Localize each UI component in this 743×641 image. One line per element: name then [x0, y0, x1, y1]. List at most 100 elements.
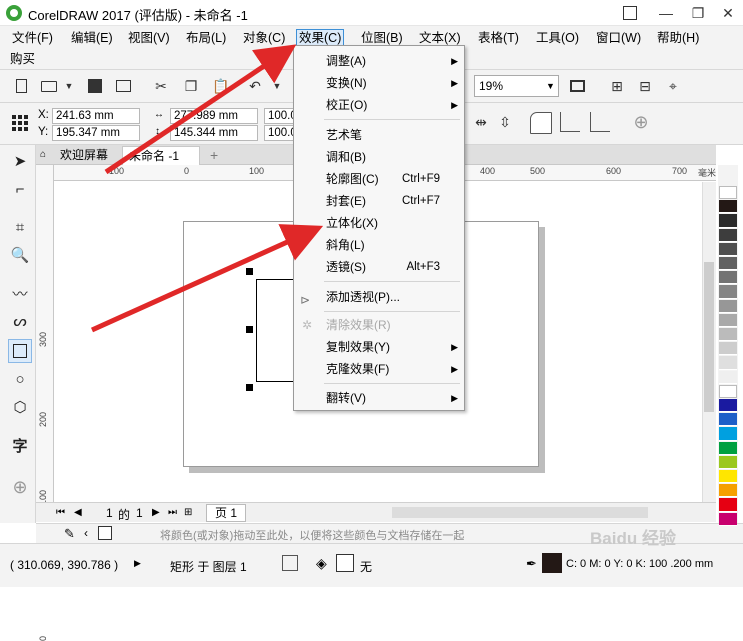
copy-icon[interactable]: ❐ — [180, 75, 202, 97]
next-page-icon[interactable]: ▶ — [152, 507, 160, 518]
save-icon[interactable] — [84, 75, 106, 97]
close-button[interactable]: ✕ — [710, 0, 743, 26]
last-page-icon[interactable]: ⏭ — [168, 507, 177, 518]
no-color-swatch[interactable] — [98, 526, 112, 540]
selection-handle-bottom-left[interactable] — [246, 384, 253, 391]
paste-icon[interactable]: 📋 — [210, 75, 232, 97]
outline-color-swatch[interactable] — [542, 553, 562, 573]
palette-swatch[interactable] — [719, 470, 737, 484]
mirror-vertical-icon[interactable]: ⇳ — [494, 111, 516, 133]
first-page-icon[interactable]: ⏮ — [56, 507, 65, 518]
menu-item-bevel[interactable]: 斜角(L) — [294, 234, 464, 256]
crop-tool-icon[interactable]: ⌗ — [8, 215, 32, 239]
menu-table[interactable]: 表格(T) — [476, 29, 521, 47]
pick-tool-icon[interactable]: ➤ — [8, 149, 32, 173]
palette-swatch[interactable] — [719, 257, 737, 271]
vertical-ruler[interactable]: 300 200 100 0 — [36, 165, 54, 641]
palette-swatch[interactable] — [719, 512, 737, 526]
selection-handle-middle-left[interactable] — [246, 326, 253, 333]
palette-swatch[interactable] — [719, 328, 737, 342]
palette-swatch[interactable] — [719, 242, 737, 256]
open-dropdown-icon[interactable]: ▼ — [58, 75, 80, 97]
y-position-input[interactable]: 195.347 mm — [52, 125, 140, 141]
scalloped-corner-icon[interactable] — [560, 112, 580, 132]
fill-bucket-icon[interactable]: ◈ — [316, 555, 327, 572]
menu-item-envelope[interactable]: 封套(E) Ctrl+F7 — [294, 190, 464, 212]
cut-icon[interactable]: ✂ — [150, 75, 172, 97]
snap-to-icon[interactable]: ⌖ — [662, 75, 684, 97]
palette-swatch[interactable] — [719, 498, 737, 512]
print-icon[interactable] — [112, 75, 134, 97]
menu-item-extrude[interactable]: 立体化(X) — [294, 212, 464, 234]
show-grid-icon[interactable]: ⊟ — [634, 75, 656, 97]
undo-icon[interactable]: ↶ — [244, 75, 266, 97]
menu-layout[interactable]: 布局(L) — [184, 29, 228, 47]
x-position-input[interactable]: 241.63 mm — [52, 108, 140, 124]
menu-item-add-perspective[interactable]: ⊳ 添加透视(P)... — [294, 286, 464, 308]
palette-swatch[interactable] — [719, 299, 737, 313]
artistic-media-icon[interactable]: ᔕ — [8, 309, 32, 333]
palette-left-icon[interactable]: ‹ — [84, 526, 88, 540]
mirror-horizontal-icon[interactable]: ⇹ — [470, 111, 492, 133]
undo-dropdown-icon[interactable]: ▼ — [266, 75, 288, 97]
palette-swatch[interactable] — [719, 399, 737, 413]
zoom-level-input[interactable]: 19% — [474, 75, 544, 97]
object-origin-icon[interactable] — [12, 115, 28, 131]
zoom-tool-icon[interactable]: 🔍 — [8, 243, 32, 267]
menu-item-lens[interactable]: 透镜(S) Alt+F3 — [294, 256, 464, 278]
coords-expand-icon[interactable]: ▶ — [134, 558, 141, 569]
menu-item-clone-effect[interactable]: 克隆效果(F) ▶ — [294, 358, 464, 380]
palette-swatch[interactable] — [719, 228, 737, 242]
vertical-scroll-thumb[interactable] — [704, 262, 714, 412]
shape-tool-icon[interactable]: ⌐ — [8, 177, 32, 201]
palette-swatch[interactable] — [719, 285, 737, 299]
open-folder-icon[interactable] — [38, 75, 60, 97]
text-tool-icon[interactable]: 字 — [8, 433, 32, 457]
zoom-dropdown-icon[interactable]: ▼ — [543, 75, 559, 97]
menu-item-transform[interactable]: 变换(N) ▶ — [294, 72, 464, 94]
palette-swatch[interactable] — [719, 356, 737, 370]
menu-buy[interactable]: 购买 — [10, 50, 35, 68]
palette-swatch[interactable] — [719, 186, 737, 200]
freehand-tool-icon[interactable]: 〰 — [8, 281, 32, 305]
full-screen-icon[interactable] — [566, 75, 588, 97]
menu-item-correction[interactable]: 校正(O) ▶ — [294, 94, 464, 116]
user-account-icon[interactable] — [612, 0, 648, 26]
polygon-tool-icon[interactable]: ⬡ — [8, 395, 32, 419]
menu-item-copy-effect[interactable]: 复制效果(Y) ▶ — [294, 336, 464, 358]
menu-item-contour[interactable]: 轮廓图(C) Ctrl+F9 — [294, 168, 464, 190]
eyedropper-icon[interactable]: ✎ — [64, 526, 75, 542]
palette-swatch[interactable] — [719, 214, 737, 228]
selection-handle-top-left[interactable] — [246, 268, 253, 275]
palette-swatch[interactable] — [719, 271, 737, 285]
tab-welcome[interactable]: 欢迎屏幕 — [54, 146, 114, 165]
palette-swatch[interactable] — [719, 427, 737, 441]
height-input[interactable]: 145.344 mm — [170, 125, 258, 141]
menu-item-artistic-media[interactable]: 艺术笔 — [294, 124, 464, 146]
add-page-icon[interactable]: ⊞ — [184, 507, 192, 518]
horizontal-scroll-thumb[interactable] — [392, 507, 648, 518]
menu-file[interactable]: 文件(F) — [10, 29, 55, 47]
palette-swatch[interactable] — [719, 370, 737, 384]
tab-untitled[interactable]: 未命名 -1 — [122, 146, 200, 165]
new-document-icon[interactable] — [10, 75, 32, 97]
menu-window[interactable]: 窗口(W) — [594, 29, 643, 47]
show-rulers-icon[interactable]: ⊞ — [606, 75, 628, 97]
palette-swatch[interactable] — [719, 384, 737, 398]
page-tab[interactable]: 页 1 — [206, 504, 246, 522]
chamfered-corner-icon[interactable] — [590, 112, 610, 132]
menu-item-flip[interactable]: 翻转(V) ▶ — [294, 387, 464, 409]
rectangle-tool-icon[interactable] — [8, 339, 32, 363]
menu-item-clear-effect[interactable]: ✲ 清除效果(R) — [294, 314, 464, 336]
menu-object[interactable]: 对象(C) — [241, 29, 287, 47]
palette-swatch[interactable] — [719, 313, 737, 327]
palette-swatch[interactable] — [719, 413, 737, 427]
palette-swatch[interactable] — [719, 455, 737, 469]
minimize-button[interactable]: — — [648, 0, 684, 26]
menu-edit[interactable]: 编辑(E) — [69, 29, 115, 47]
palette-swatch[interactable] — [719, 200, 737, 214]
add-preset-icon[interactable]: ⊕ — [630, 111, 652, 133]
width-input[interactable]: 277.989 mm — [170, 108, 258, 124]
menu-help[interactable]: 帮助(H) — [655, 29, 701, 47]
menu-item-blend[interactable]: 调和(B) — [294, 146, 464, 168]
